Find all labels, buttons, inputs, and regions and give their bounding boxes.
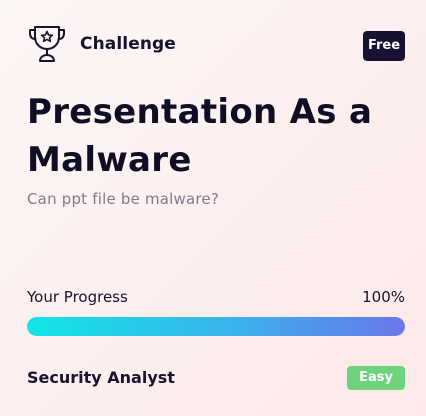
- challenge-card[interactable]: Challenge Free Presentation As a Malware…: [0, 0, 426, 416]
- progress-bar-fill: [27, 317, 405, 336]
- challenge-title[interactable]: Presentation As a Malware: [27, 88, 407, 184]
- challenge-subtitle: Can ppt file be malware?: [27, 190, 220, 208]
- progress-bar: [27, 317, 405, 336]
- difficulty-badge: Easy: [347, 366, 405, 390]
- role-label: Security Analyst: [27, 368, 175, 387]
- price-badge: Free: [363, 31, 405, 61]
- progress-percent: 100%: [362, 288, 405, 306]
- challenge-type-label: Challenge: [80, 34, 176, 54]
- trophy-star-icon: [29, 26, 65, 62]
- progress-label: Your Progress: [27, 288, 128, 306]
